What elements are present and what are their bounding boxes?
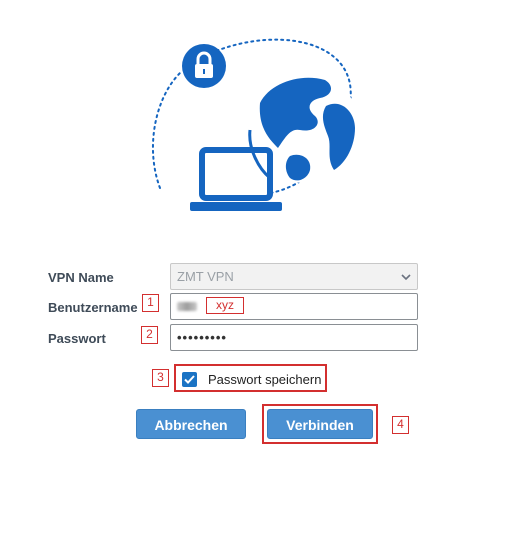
password-label: Passwort: [48, 331, 106, 346]
annotation-marker-4: 4: [392, 416, 409, 434]
cancel-button[interactable]: Abbrechen: [136, 409, 246, 439]
lock-icon: [182, 44, 226, 88]
save-password-checkbox[interactable]: [182, 372, 197, 387]
save-password-label[interactable]: Passwort speichern: [208, 372, 321, 387]
connect-button[interactable]: Verbinden: [267, 409, 373, 439]
username-annotation: xyz: [206, 297, 244, 314]
username-label: Benutzername: [48, 300, 138, 315]
chevron-down-icon[interactable]: [401, 272, 411, 282]
redacted-username: [177, 302, 197, 311]
annotation-marker-1: 1: [142, 294, 159, 312]
annotation-marker-3: 3: [152, 369, 169, 387]
checkmark-icon: [184, 375, 195, 384]
vpn-name-label: VPN Name: [48, 270, 114, 285]
laptop-icon: [190, 147, 282, 211]
annotation-marker-2: 2: [141, 326, 158, 344]
vpn-name-select[interactable]: ZMT VPN: [170, 263, 418, 290]
password-field[interactable]: •••••••••: [170, 324, 418, 351]
globe-icon: [248, 73, 360, 183]
vpn-illustration: [151, 38, 360, 211]
vpn-name-value: ZMT VPN: [177, 269, 234, 284]
